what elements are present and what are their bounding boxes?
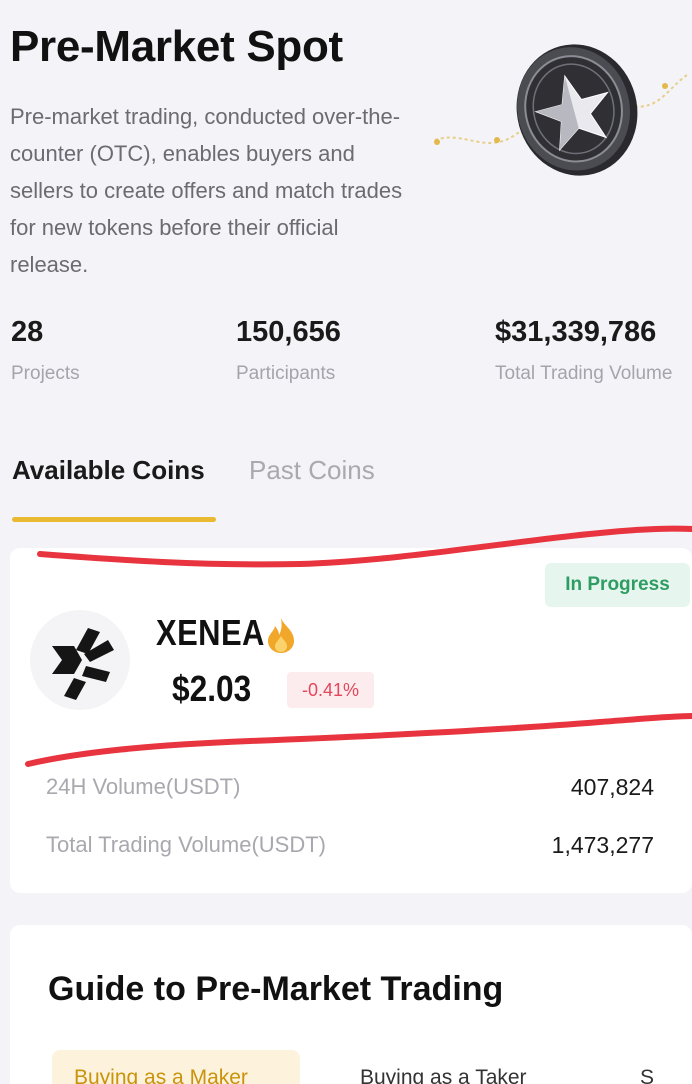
status-badge: In Progress xyxy=(545,563,690,607)
coin-star-icon xyxy=(434,44,688,176)
stat-participants: 150,656 Participants xyxy=(236,316,341,385)
price-change-badge: -0.41% xyxy=(287,672,374,708)
xenea-logo-icon xyxy=(52,628,114,700)
active-tab-indicator xyxy=(12,517,216,522)
page-description: Pre-market trading, conducted over-the-c… xyxy=(10,104,403,277)
stat-value: 150,656 xyxy=(236,316,341,348)
stat-label: Total Trading Volume xyxy=(495,363,673,384)
tab-past-coins[interactable]: Past Coins xyxy=(249,455,375,486)
tab-available-coins[interactable]: Available Coins xyxy=(12,455,205,486)
guide-tab-more[interactable]: S xyxy=(618,1050,676,1084)
fire-icon xyxy=(268,618,294,653)
stat-label: Projects xyxy=(11,363,80,384)
metric-value-total-volume: 1,473,277 xyxy=(551,832,654,858)
metric-value-24h-volume: 407,824 xyxy=(570,774,654,800)
page-title: Pre-Market Spot xyxy=(10,22,343,71)
stat-value: 28 xyxy=(11,316,44,348)
stat-label: Participants xyxy=(236,363,336,384)
coin-name[interactable]: XENEA xyxy=(156,612,265,654)
guide-tab-maker[interactable]: Buying as a Maker xyxy=(52,1050,300,1084)
guide-title: Guide to Pre-Market Trading xyxy=(48,970,504,1008)
stat-projects: 28 Projects xyxy=(11,316,80,385)
coin-price: $2.03 xyxy=(172,668,252,709)
coin-avatar xyxy=(30,610,130,710)
stat-total-volume: $31,339,786 Total Trading Volume xyxy=(495,316,672,385)
guide-tab-taker[interactable]: Buying as a Taker xyxy=(338,1050,549,1084)
metric-label-total-volume: Total Trading Volume(USDT) xyxy=(46,832,326,857)
metric-label-24h-volume: 24H Volume(USDT) xyxy=(46,774,241,799)
stat-value: $31,339,786 xyxy=(495,316,657,348)
